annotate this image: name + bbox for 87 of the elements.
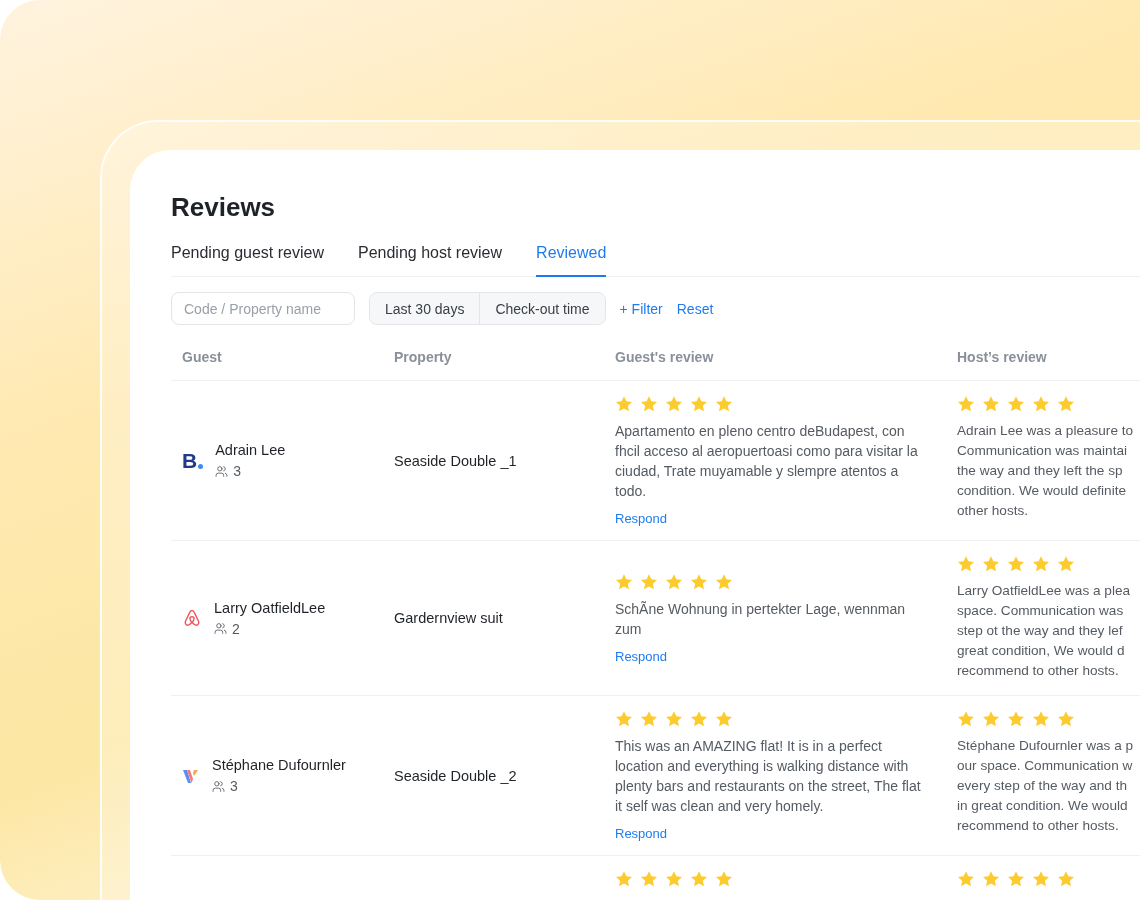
star-icon bbox=[1007, 710, 1025, 728]
respond-link[interactable]: Respond bbox=[615, 648, 668, 664]
review-text-line: in great condition. We would bbox=[957, 797, 1129, 815]
star-icon bbox=[665, 870, 683, 888]
toolbar-link[interactable]: Reset bbox=[676, 300, 714, 317]
people-icon bbox=[215, 464, 229, 478]
star-icon bbox=[1032, 555, 1050, 573]
star-icon bbox=[1007, 555, 1025, 573]
review-text: This was an AMAZING flat! It is in a perfect location and everything is walking distance with plenty bars and restaurants on the street, The flat it self was clean and very homely. bbox=[615, 737, 922, 816]
review-text-line: our space. Communication w bbox=[957, 757, 1134, 775]
star-icon bbox=[982, 395, 1000, 413]
star-icon bbox=[715, 870, 733, 888]
review-text-line: condition. We would definite bbox=[957, 482, 1128, 500]
star-icon bbox=[615, 870, 633, 888]
respond-link[interactable]: Respond bbox=[615, 826, 668, 841]
star-icon bbox=[1032, 710, 1050, 728]
guest-count: 3 bbox=[215, 463, 286, 479]
star-icon bbox=[690, 572, 708, 591]
star-icon bbox=[640, 395, 658, 413]
star-icon bbox=[665, 710, 683, 728]
guest-name: Larry OatfieldLee bbox=[214, 599, 326, 616]
star-icon bbox=[615, 710, 633, 728]
review-text: SchÃne Wohnung in pertekter Lage, wennman zum bbox=[615, 599, 907, 639]
guest-count: 3 bbox=[212, 778, 346, 794]
star-icon bbox=[1057, 870, 1075, 888]
star-icon bbox=[615, 395, 633, 413]
star-icon bbox=[690, 710, 708, 728]
star-icon bbox=[640, 870, 658, 888]
star-icon bbox=[715, 395, 733, 413]
review-text-line: great condition, We would d bbox=[957, 642, 1126, 660]
people-icon bbox=[212, 779, 225, 793]
star-icon bbox=[715, 572, 733, 591]
guest-name: Stéphane Dufournler bbox=[212, 757, 346, 773]
column-header: Property bbox=[383, 337, 604, 381]
people-icon bbox=[214, 622, 227, 635]
star-icon bbox=[1007, 395, 1025, 413]
tab[interactable]: Pending host review bbox=[358, 238, 503, 277]
guest-count: 2 bbox=[214, 620, 326, 637]
airbnb-logo bbox=[182, 608, 202, 628]
star-icon bbox=[957, 710, 975, 728]
star-icon bbox=[982, 555, 1000, 573]
page-title: Reviews bbox=[171, 191, 277, 224]
star-icon bbox=[982, 710, 1000, 728]
column-header: Host’s review bbox=[946, 337, 1140, 381]
tab[interactable]: Reviewed bbox=[536, 238, 607, 277]
review-text-line: recommend to other hosts. bbox=[957, 817, 1120, 835]
guest-name: Adrain Lee bbox=[215, 442, 286, 458]
review-text-line: every step of the way and th bbox=[957, 777, 1129, 795]
star-icon bbox=[957, 870, 975, 888]
star-icon bbox=[690, 870, 708, 888]
review-text-line: Larry OatfieldLee was a plea bbox=[957, 582, 1132, 600]
review-text-line: other hosts. bbox=[957, 502, 1030, 520]
search-field[interactable]: Code / Property name bbox=[171, 292, 355, 325]
star-icon bbox=[1032, 870, 1050, 888]
column-header: Guest bbox=[171, 337, 383, 381]
review-text-line: step ot the way and they lef bbox=[957, 622, 1124, 640]
booking-logo: B bbox=[182, 450, 204, 471]
property-name: Seaside Double _2 bbox=[394, 767, 518, 784]
review-text-line: space. Communication was bbox=[957, 602, 1125, 620]
star-icon bbox=[957, 395, 975, 413]
star-icon bbox=[640, 710, 658, 728]
star-icon bbox=[690, 395, 708, 413]
review-text-line: Adrain Lee was a pleasure to bbox=[957, 422, 1135, 440]
review-text-line: Communication was maintai bbox=[957, 442, 1128, 460]
tab[interactable]: Pending guest review bbox=[171, 238, 324, 277]
star-icon bbox=[715, 710, 733, 728]
star-icon bbox=[1057, 395, 1075, 413]
column-header: Guest's review bbox=[604, 337, 946, 381]
review-text-line: the way and they left the sp bbox=[957, 462, 1124, 480]
review-text-line: recommend to other hosts. bbox=[957, 662, 1120, 680]
toolbar-link[interactable]: + Filter bbox=[619, 300, 663, 317]
star-icon bbox=[1032, 395, 1050, 413]
star-icon bbox=[665, 572, 683, 591]
respond-link[interactable]: Respond bbox=[615, 511, 668, 526]
filter-chip[interactable]: Check-out time bbox=[479, 293, 605, 324]
star-icon bbox=[665, 395, 683, 413]
star-icon bbox=[640, 572, 658, 591]
star-icon bbox=[982, 870, 1000, 888]
star-icon bbox=[1057, 710, 1075, 728]
star-icon bbox=[957, 555, 975, 573]
review-text: Apartamento en pleno centro deBudapest, con fhcil acceso al aeropuertoasi como para visitar la ciudad, Trate muyamable y slempre atentos a todo. bbox=[615, 422, 919, 501]
property-name: Gardernview suit bbox=[394, 610, 504, 626]
review-text-line: Stéphane Dufournler was a p bbox=[957, 737, 1135, 755]
star-icon bbox=[1007, 870, 1025, 888]
star-icon bbox=[1057, 555, 1075, 573]
star-icon bbox=[615, 572, 633, 591]
property-name: Seaside Double _1 bbox=[394, 452, 518, 469]
